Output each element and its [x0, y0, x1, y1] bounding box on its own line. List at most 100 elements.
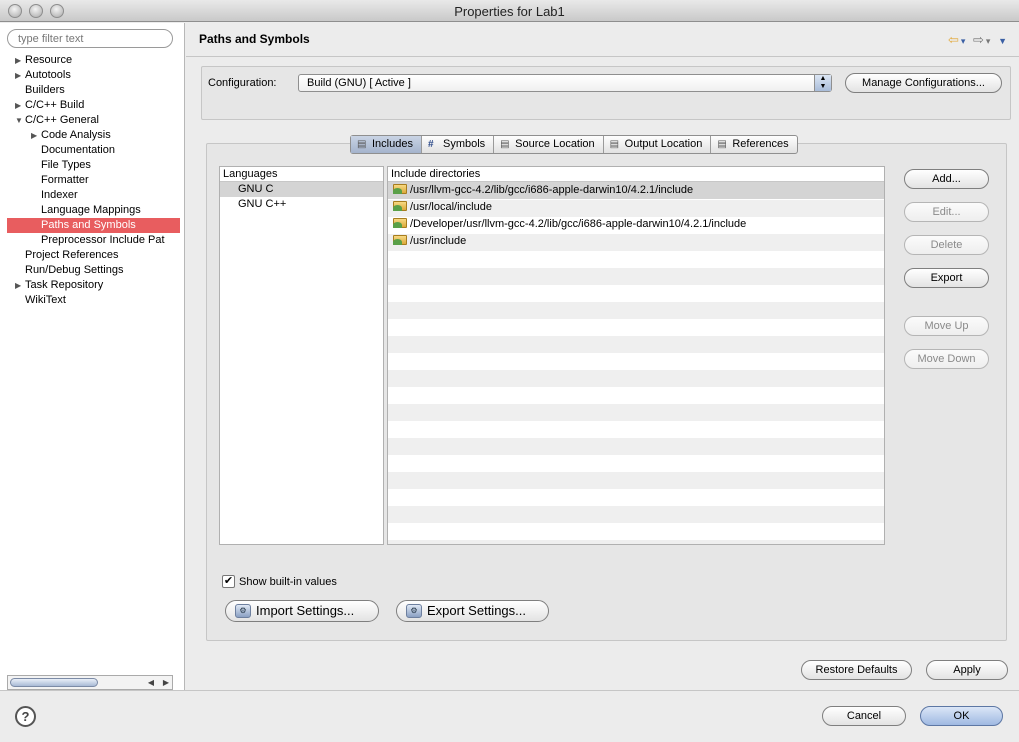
restore-defaults-button[interactable]: Restore Defaults [801, 660, 912, 680]
tab-includes[interactable]: ▤ Includes [351, 136, 422, 153]
include-directory-row[interactable]: /usr/local/include [388, 199, 884, 216]
ok-button[interactable]: OK [920, 706, 1003, 726]
sidebar-item-label: Resource [25, 54, 73, 66]
window-title: Properties for Lab1 [454, 4, 565, 19]
include-directory-path: /usr/include [410, 235, 467, 247]
include-directory-path: /usr/llvm-gcc-4.2/lib/gcc/i686-apple-dar… [410, 184, 694, 196]
include-directory-path: /usr/local/include [410, 201, 492, 213]
back-dropdown-icon[interactable]: ▾ [961, 36, 968, 46]
sidebar-item[interactable]: Indexer [0, 188, 185, 203]
sidebar-item-label: WikiText [25, 294, 66, 306]
sidebar-item-label: Builders [25, 84, 65, 96]
delete-button[interactable]: Delete [904, 235, 989, 255]
sidebar-item[interactable]: ▶ Autotools [0, 68, 185, 83]
manage-configurations-button[interactable]: Manage Configurations... [845, 73, 1002, 93]
sidebar-item-label: Project References [25, 249, 119, 261]
select-arrows-icon: ▲ ▼ [814, 75, 831, 91]
page-title: Paths and Symbols [199, 32, 310, 46]
include-folder-icon [393, 235, 407, 245]
sidebar-item[interactable]: Project References [0, 248, 185, 263]
scrollbar-thumb[interactable] [10, 678, 98, 687]
page-header: Paths and Symbols ⇦▾ ⇨▾ ▼ [186, 23, 1019, 57]
export-settings-button[interactable]: ⚙ Export Settings... [396, 600, 549, 622]
sidebar-item-label: Formatter [41, 174, 89, 186]
include-folder-icon [393, 201, 407, 211]
tab-label: Includes [372, 138, 413, 150]
include-folder-icon [393, 184, 407, 194]
include-directory-row[interactable]: /Developer/usr/llvm-gcc-4.2/lib/gcc/i686… [388, 216, 884, 233]
footer-divider [0, 690, 1019, 691]
move-down-button[interactable]: Move Down [904, 349, 989, 369]
sidebar-item-label: File Types [41, 159, 91, 171]
include-directories-column-header: Include directories [388, 167, 884, 182]
scroll-right-icon[interactable]: ▶ [159, 677, 173, 688]
sidebar-item[interactable]: ▶ Task Repository [0, 278, 185, 293]
source-folder-icon: ▤ [500, 139, 510, 150]
sidebar-item[interactable]: Builders [0, 83, 185, 98]
sidebar-item[interactable]: ▶ Resource [0, 53, 185, 68]
sidebar-horizontal-scrollbar[interactable]: ◀ ▶ [7, 675, 173, 690]
sidebar-item[interactable]: Run/Debug Settings [0, 263, 185, 278]
tab-bar: ▤ Includes # Symbols ▤ Source Location ▤ Output… [350, 135, 798, 154]
cancel-button[interactable]: Cancel [822, 706, 906, 726]
sidebar-item-label: Documentation [41, 144, 115, 156]
include-directory-row[interactable]: /usr/llvm-gcc-4.2/lib/gcc/i686-apple-dar… [388, 182, 884, 199]
forward-arrow-icon[interactable]: ⇨ [973, 32, 986, 47]
apply-button[interactable]: Apply [926, 660, 1008, 680]
sidebar-item[interactable]: WikiText [0, 293, 185, 308]
hash-icon: # [427, 139, 434, 150]
sidebar-item[interactable]: Preprocessor Include Pat [0, 233, 185, 248]
tab-references[interactable]: ▤ References [711, 136, 796, 153]
checkmark-icon: ✔ [223, 575, 234, 587]
import-settings-button[interactable]: ⚙ Import Settings... [225, 600, 379, 622]
export-button[interactable]: Export [904, 268, 989, 288]
configuration-label: Configuration: [208, 77, 277, 89]
language-item[interactable]: GNU C [220, 182, 383, 197]
back-arrow-icon[interactable]: ⇦ [948, 32, 961, 47]
tab-symbols[interactable]: # Symbols [422, 136, 495, 153]
import-wizard-icon: ⚙ [235, 604, 251, 618]
sidebar-item-label: C/C++ Build [25, 99, 85, 111]
sidebar-item-label: Code Analysis [41, 129, 111, 141]
sidebar-item-label: Indexer [41, 189, 78, 201]
languages-list[interactable]: Languages GNU C GNU C++ [219, 166, 384, 545]
tab-label: Source Location [515, 138, 595, 150]
move-up-button[interactable]: Move Up [904, 316, 989, 336]
output-folder-icon: ▤ [609, 139, 620, 150]
view-menu-icon[interactable]: ▼ [998, 36, 1009, 46]
edit-button[interactable]: Edit... [904, 202, 989, 222]
sidebar-item[interactable]: Paths and Symbols [7, 218, 180, 233]
includes-icon: ▤ [357, 139, 367, 150]
add-button[interactable]: Add... [904, 169, 989, 189]
property-page-tree: ▶ Resource ▶ Autotools Builders ▶ C/C++ Build ▼… [0, 53, 185, 308]
scroll-left-icon[interactable]: ◀ [144, 677, 158, 688]
include-directory-row[interactable]: /usr/include [388, 233, 884, 250]
include-folder-icon [393, 218, 407, 228]
sidebar-item[interactable]: ▶ Code Analysis [0, 128, 185, 143]
references-icon: ▤ [717, 139, 727, 150]
tab-output-location[interactable]: ▤ Output Location [604, 136, 712, 153]
filter-input[interactable] [7, 29, 173, 48]
sidebar-item[interactable]: Documentation [0, 143, 185, 158]
sidebar-item-label: C/C++ General [25, 114, 99, 126]
sidebar-item[interactable]: ▼ C/C++ General [0, 113, 185, 128]
sidebar-item[interactable]: ▶ C/C++ Build [0, 98, 185, 113]
tab-label: References [732, 138, 789, 150]
tab-source-location[interactable]: ▤ Source Location [494, 136, 604, 153]
import-settings-label: Import Settings... [256, 603, 355, 618]
show-builtin-checkbox[interactable]: ✔ [222, 575, 235, 588]
sidebar-item-label: Paths and Symbols [41, 219, 136, 231]
configuration-select[interactable]: Build (GNU) [ Active ] ▲ ▼ [298, 74, 832, 92]
sidebar-item-label: Task Repository [25, 279, 104, 291]
include-directories-list[interactable]: Include directories /usr/llvm-gcc-4.2/li… [387, 166, 885, 545]
forward-dropdown-icon[interactable]: ▾ [986, 36, 993, 46]
show-builtin-label: Show built-in values [239, 576, 337, 588]
sidebar-item[interactable]: Language Mappings [0, 203, 185, 218]
help-icon[interactable]: ? [15, 706, 36, 727]
sidebar-item[interactable]: Formatter [0, 173, 185, 188]
include-directory-path: /Developer/usr/llvm-gcc-4.2/lib/gcc/i686… [410, 218, 747, 230]
window-title-bar: Properties for Lab1 [0, 0, 1019, 22]
language-item[interactable]: GNU C++ [220, 197, 383, 212]
sidebar-item-label: Preprocessor Include Pat [41, 234, 165, 246]
sidebar-item[interactable]: File Types [0, 158, 185, 173]
